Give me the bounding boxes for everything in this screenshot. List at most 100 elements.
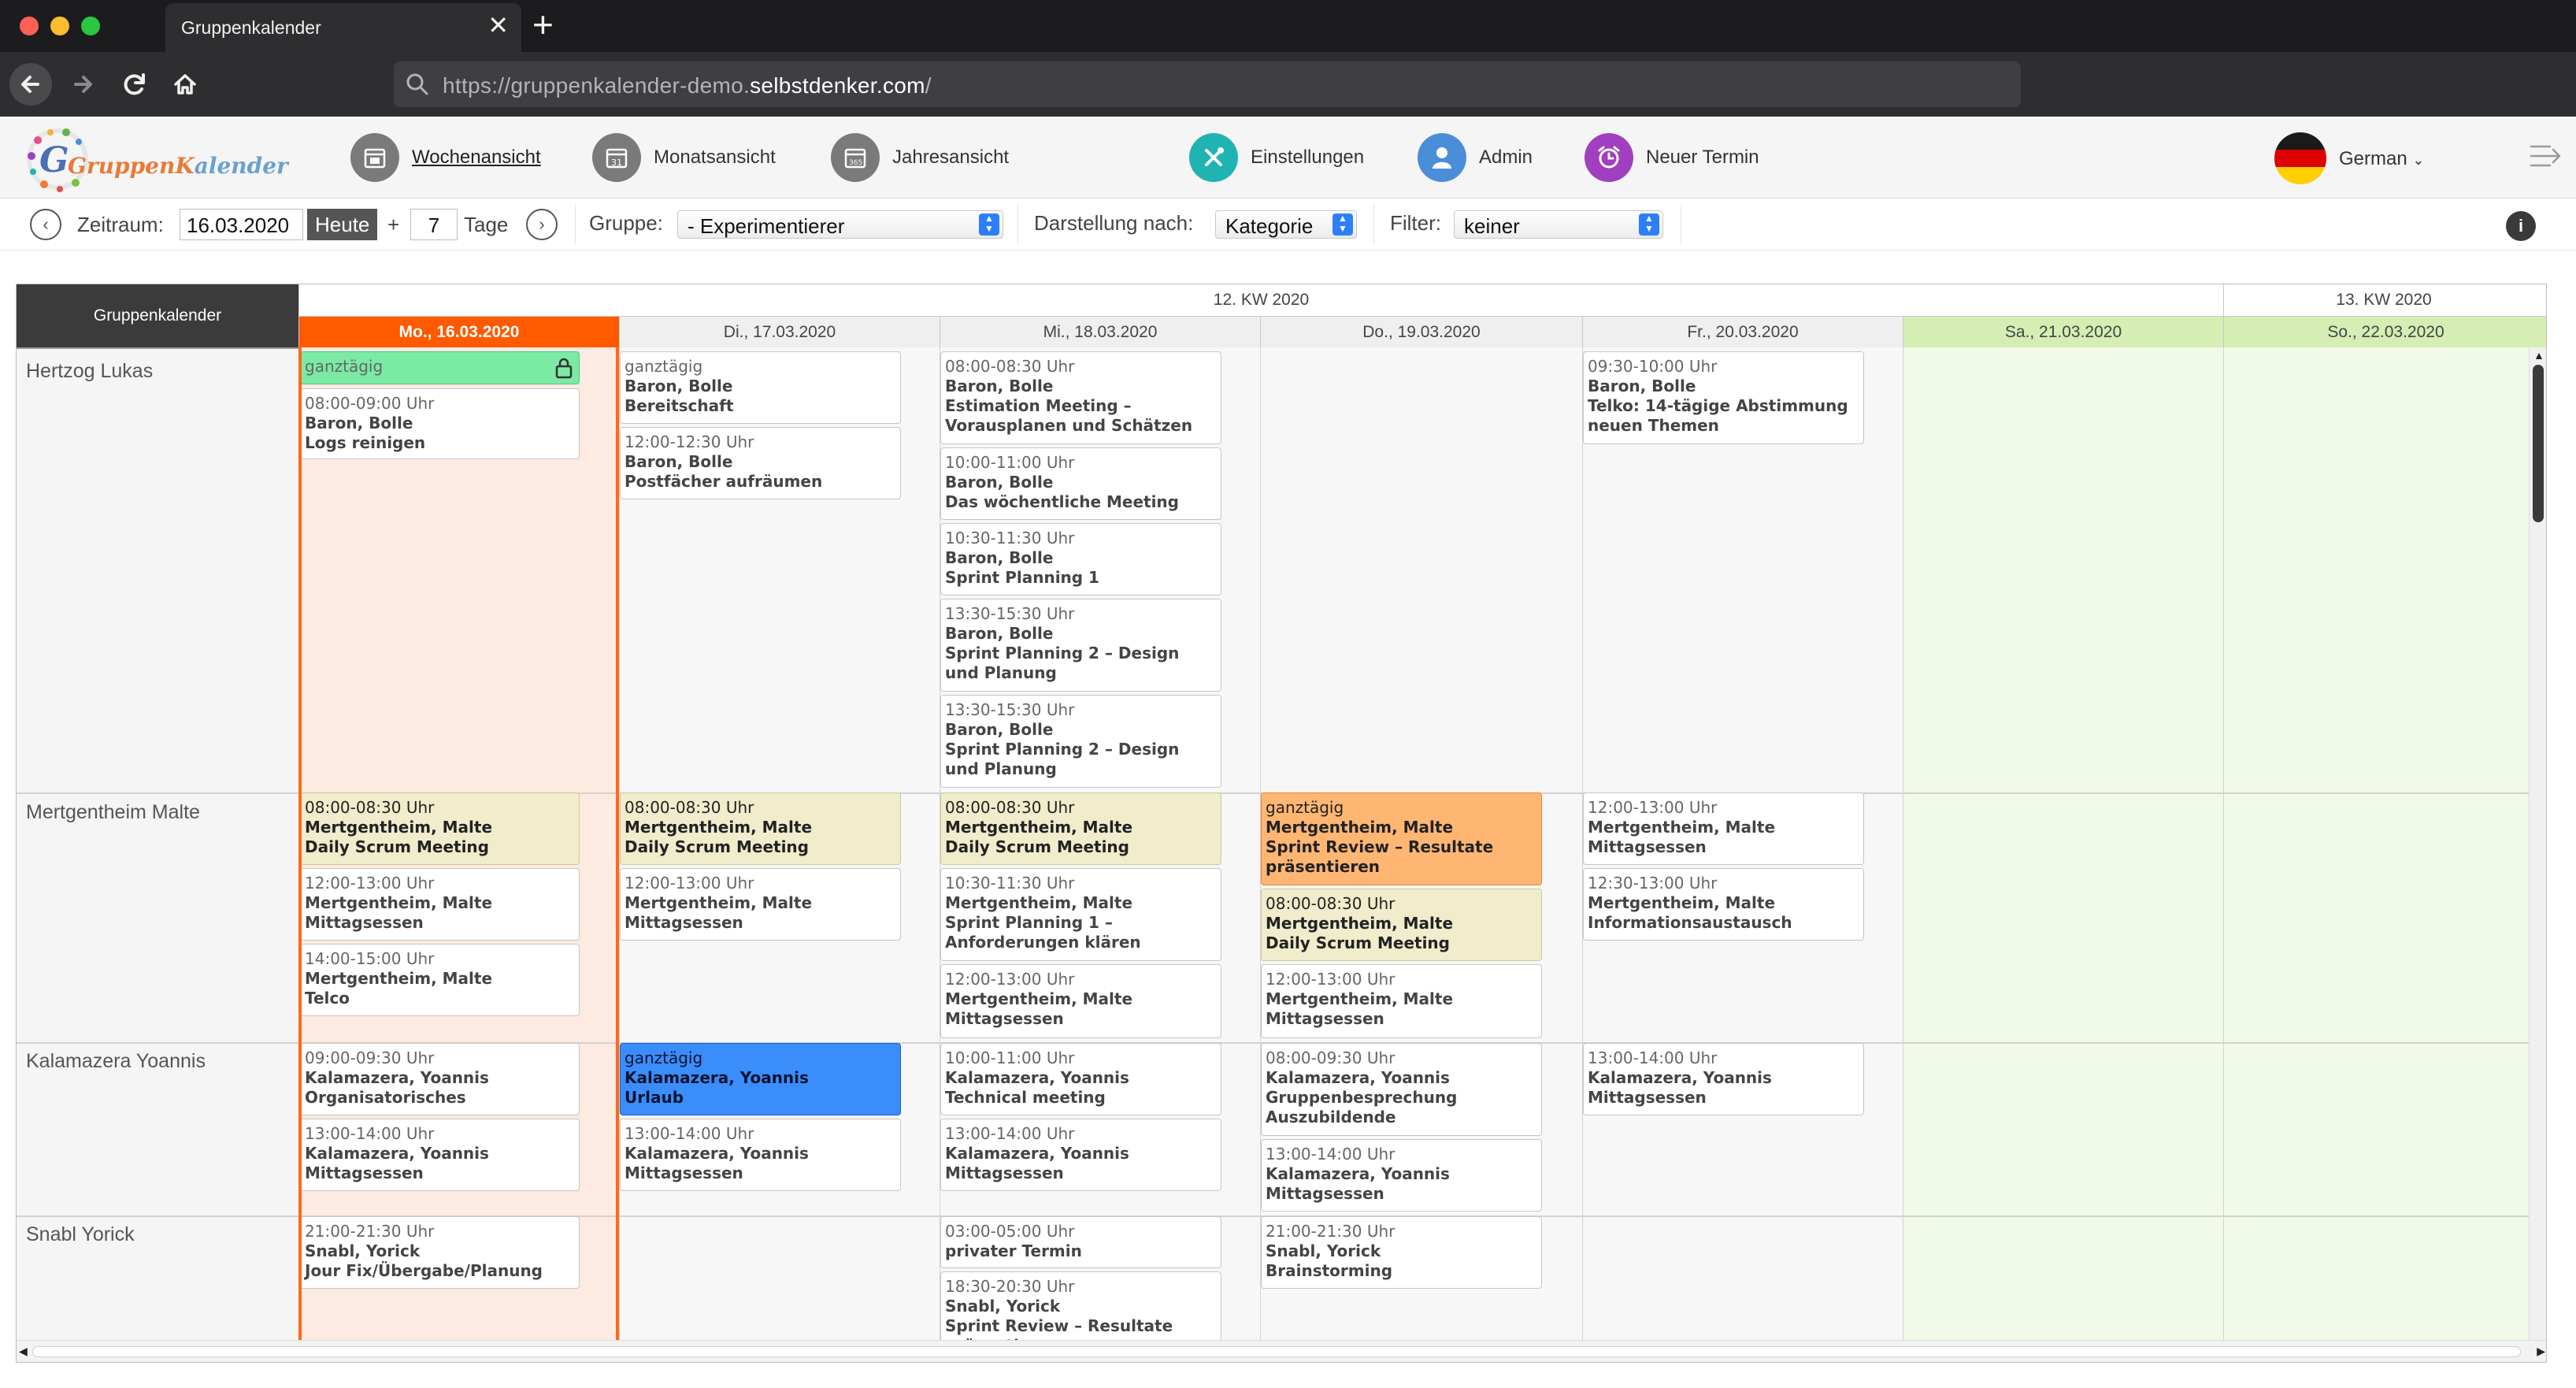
display-by-select[interactable]: Kategorie ▲ ▼ (1215, 210, 1357, 239)
info-icon[interactable]: i (2506, 211, 2536, 241)
calendar-event[interactable]: 12:00-13:00 Uhr Mertgentheim, Malte Mitt… (620, 868, 901, 941)
calendar-event[interactable]: 14:00-15:00 Uhr Mertgentheim, Malte Telc… (300, 944, 580, 1016)
scroll-up-icon[interactable]: ▲ (2533, 349, 2544, 362)
calendar-event[interactable]: 08:00-08:30 Uhr Baron, Bolle Estimation … (940, 351, 1221, 444)
vertical-scrollbar[interactable]: ▲ (2529, 347, 2546, 1340)
calendar-event[interactable]: 21:00-21:30 Uhr Snabl, Yorick Jour Fix/Ü… (300, 1216, 580, 1289)
day-header-tuesday[interactable]: Di., 17.03.2020 (619, 316, 940, 347)
horizontal-scroll-thumb[interactable] (32, 1346, 2521, 1357)
calendar-event[interactable]: ganztägig Mertgentheim, Malte Sprint Rev… (1261, 792, 1542, 885)
calendar-event[interactable]: ganztägig Baron, Bolle Bereitschaft (620, 351, 901, 424)
filter-select[interactable]: keiner ▲ ▼ (1454, 210, 1663, 239)
back-button[interactable] (9, 63, 52, 106)
previous-period-button[interactable]: ‹ (30, 209, 61, 240)
next-period-button[interactable]: › (526, 209, 558, 240)
display-by-select-value: Kategorie (1225, 214, 1314, 238)
event-time: 10:30-11:30 Uhr (945, 529, 1075, 547)
calendar-year-icon: 365 (831, 133, 880, 182)
event-person: Kalamazera, Yoannis (945, 1068, 1129, 1087)
calendar-event[interactable]: 10:30-11:30 Uhr Mertgentheim, Malte Spri… (940, 868, 1221, 961)
nav-settings-label: Einstellungen (1251, 147, 1365, 168)
event-time: 13:00-14:00 Uhr (945, 1124, 1075, 1143)
calendar-event[interactable]: ganztägig Kalamazera, Yoannis Urlaub (620, 1043, 901, 1115)
calendar-event[interactable]: ganztägig (300, 351, 580, 384)
calendar-event[interactable]: 13:00-14:00 Uhr Kalamazera, Yoannis Mitt… (300, 1119, 580, 1191)
event-person: Kalamazera, Yoannis (1588, 1068, 1772, 1087)
language-selector[interactable]: German ⌄ (2339, 148, 2424, 170)
forward-button[interactable] (61, 63, 104, 106)
nav-new-event[interactable]: Neuer Termin (1585, 117, 1759, 199)
horizontal-scrollbar[interactable]: ◀ ▶ (17, 1340, 2546, 1362)
window-close-button[interactable] (20, 17, 39, 35)
event-time: ganztägig (625, 357, 703, 376)
calendar-event[interactable]: 13:30-15:30 Uhr Baron, Bolle Sprint Plan… (940, 695, 1221, 788)
calendar-event[interactable]: 08:00-09:30 Uhr Kalamazera, Yoannis Grup… (1261, 1043, 1542, 1136)
event-person: Snabl, Yorick (1266, 1241, 1381, 1260)
event-time: 13:00-14:00 Uhr (305, 1124, 435, 1143)
home-button[interactable] (164, 63, 206, 106)
event-person: Kalamazera, Yoannis (625, 1068, 809, 1087)
calendar-event[interactable]: 13:00-14:00 Uhr Kalamazera, Yoannis Mitt… (1261, 1139, 1542, 1212)
nav-admin[interactable]: Admin (1418, 117, 1533, 199)
window-minimize-button[interactable] (50, 17, 69, 35)
event-time: 08:00-08:30 Uhr (1266, 894, 1395, 913)
calendar-event[interactable]: 13:00-14:00 Uhr Kalamazera, Yoannis Mitt… (940, 1119, 1221, 1191)
calendar-event[interactable]: 10:30-11:30 Uhr Baron, Bolle Sprint Plan… (940, 523, 1221, 596)
calendar-event[interactable]: 08:00-08:30 Uhr Mertgentheim, Malte Dail… (1261, 889, 1542, 961)
calendar-event[interactable]: 09:30-10:00 Uhr Baron, Bolle Telko: 14-t… (1583, 351, 1864, 444)
calendar-event[interactable]: 10:00-11:00 Uhr Baron, Bolle Das wöchent… (940, 447, 1221, 520)
day-header-friday[interactable]: Fr., 20.03.2020 (1582, 316, 1903, 347)
scroll-left-icon[interactable]: ◀ (19, 1345, 28, 1358)
calendar-event[interactable]: 08:00-09:00 Uhr Baron, Bolle Logs reinig… (300, 388, 580, 459)
nav-week[interactable]: Wochenansicht (350, 117, 541, 199)
nav-month[interactable]: 31 Monatsansicht (592, 117, 776, 199)
calendar-event[interactable]: 10:00-11:00 Uhr Kalamazera, Yoannis Tech… (940, 1043, 1221, 1115)
calendar-event[interactable]: 13:30-15:30 Uhr Baron, Bolle Sprint Plan… (940, 599, 1221, 692)
url-bar[interactable]: https://gruppenkalender-demo.selbstdenke… (394, 61, 2021, 107)
new-tab-button[interactable]: + (532, 5, 554, 44)
vertical-scroll-thumb[interactable] (2533, 365, 2544, 522)
day-header-thursday[interactable]: Do., 19.03.2020 (1260, 316, 1582, 347)
calendar-event[interactable]: 18:30-20:30 Uhr Snabl, Yorick Sprint Rev… (940, 1271, 1221, 1350)
days-field[interactable]: 7 (410, 209, 458, 240)
event-subject: Mittagsessen (1588, 1088, 1707, 1107)
logout-icon[interactable] (2528, 140, 2563, 176)
today-button[interactable]: Heute (307, 209, 378, 240)
day-column-saturday[interactable] (1903, 347, 2223, 1340)
day-column-sunday[interactable] (2223, 347, 2529, 1340)
calendar-event[interactable]: 13:00-14:00 Uhr Kalamazera, Yoannis Mitt… (620, 1119, 901, 1191)
calendar-event[interactable]: 13:00-14:00 Uhr Kalamazera, Yoannis Mitt… (1583, 1043, 1864, 1115)
calendar-event[interactable]: 08:00-08:30 Uhr Mertgentheim, Malte Dail… (620, 792, 901, 865)
calendar-event[interactable]: 08:00-08:30 Uhr Mertgentheim, Malte Dail… (300, 792, 580, 865)
calendar-event[interactable]: 12:00-12:30 Uhr Baron, Bolle Postfächer … (620, 427, 901, 499)
calendar-event[interactable]: 08:00-08:30 Uhr Mertgentheim, Malte Dail… (940, 792, 1221, 865)
day-header-wednesday[interactable]: Mi., 18.03.2020 (940, 316, 1260, 347)
reload-button[interactable] (113, 63, 156, 106)
calendar-event[interactable]: 21:00-21:30 Uhr Snabl, Yorick Brainstorm… (1261, 1216, 1542, 1289)
app-logo[interactable]: G GruppenKalender (22, 123, 288, 195)
day-header-monday[interactable]: Mo., 16.03.2020 (298, 316, 619, 347)
group-select[interactable]: - Experimentierer ▲ ▼ (677, 210, 1003, 239)
calendar-event[interactable]: 12:00-13:00 Uhr Mertgentheim, Malte Mitt… (1261, 964, 1542, 1038)
calendar-event[interactable]: 12:00-13:00 Uhr Mertgentheim, Malte Mitt… (300, 868, 580, 941)
event-subject: Mittagsessen (305, 1163, 424, 1182)
browser-tab[interactable]: Gruppenkalender ✕ (165, 3, 521, 52)
tab-close-icon[interactable]: ✕ (487, 13, 509, 38)
day-header-sunday[interactable]: So., 22.03.2020 (2223, 316, 2546, 347)
nav-settings[interactable]: Einstellungen (1189, 117, 1364, 199)
calendar-event[interactable]: 12:30-13:00 Uhr Mertgentheim, Malte Info… (1583, 868, 1864, 941)
window-maximize-button[interactable] (81, 17, 100, 35)
scroll-right-icon[interactable]: ▶ (2537, 1345, 2545, 1358)
event-person: Mertgentheim, Malte (945, 893, 1133, 912)
calendar-event[interactable]: 09:00-09:30 Uhr Kalamazera, Yoannis Orga… (300, 1043, 580, 1115)
event-subject: Daily Scrum Meeting (1266, 933, 1450, 952)
event-person: Mertgentheim, Malte (1266, 818, 1454, 837)
calendar-event[interactable]: 12:00-13:00 Uhr Mertgentheim, Malte Mitt… (940, 964, 1221, 1038)
day-header-saturday[interactable]: Sa., 21.03.2020 (1903, 316, 2223, 347)
calendar-event[interactable]: 12:00-13:00 Uhr Mertgentheim, Malte Mitt… (1583, 792, 1864, 865)
event-person: privater Termin (945, 1241, 1082, 1260)
calendar-event[interactable]: 03:00-05:00 Uhr privater Termin (940, 1216, 1221, 1268)
date-field[interactable]: 16.03.2020 (180, 209, 303, 240)
german-flag-icon[interactable] (2274, 132, 2326, 184)
nav-year[interactable]: 365 Jahresansicht (831, 117, 1009, 199)
